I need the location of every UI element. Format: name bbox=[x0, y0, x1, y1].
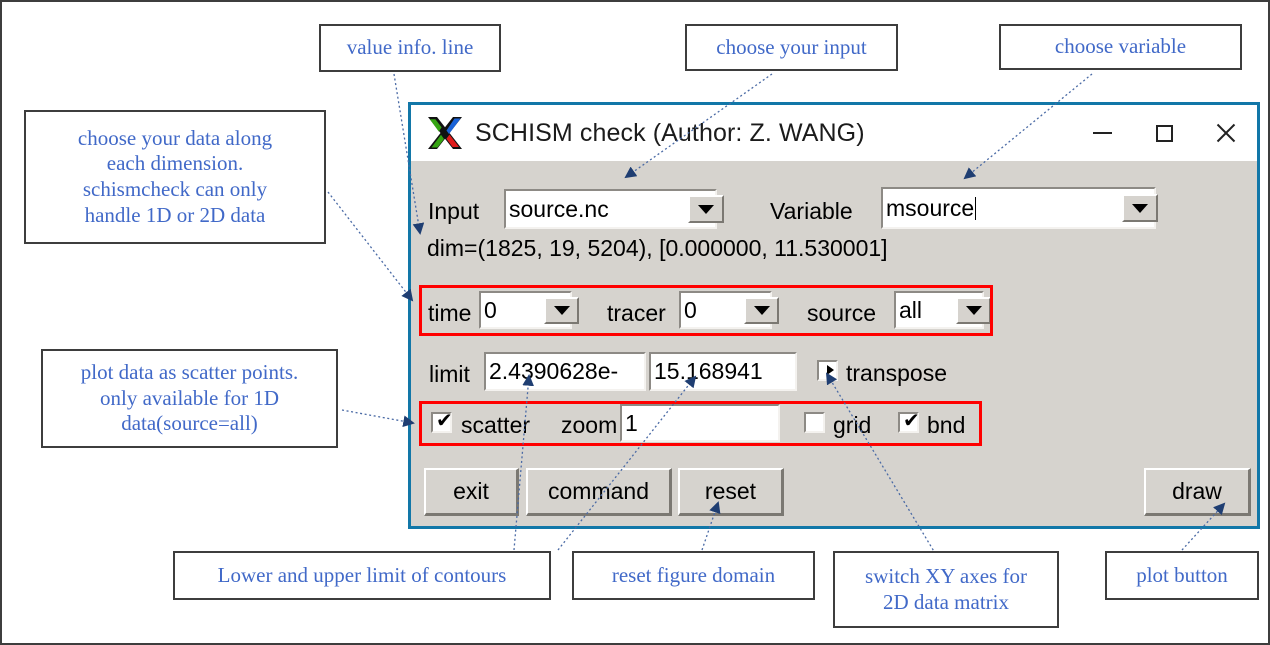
maximize-button[interactable] bbox=[1133, 105, 1195, 161]
input-dropdown-button[interactable] bbox=[688, 195, 724, 223]
annotated-screenshot: SCHISM check (Author: Z. WANG) Input sou… bbox=[0, 0, 1270, 645]
window-title: SCHISM check (Author: Z. WANG) bbox=[475, 118, 865, 147]
limit-upper-input[interactable]: 15.168941 bbox=[649, 352, 797, 391]
checkmark-icon: ✔ bbox=[903, 408, 920, 432]
source-label: source bbox=[807, 300, 877, 326]
chevron-down-icon bbox=[1132, 203, 1148, 213]
annotation-plot-button: plot button bbox=[1105, 551, 1259, 600]
transpose-checkbox[interactable] bbox=[817, 360, 838, 381]
input-label: Input bbox=[428, 198, 480, 224]
annotation-choose-data-dimensions: choose your data along each dimension. s… bbox=[24, 110, 326, 244]
window-client-area: Input source.nc Variable msource dim=(18… bbox=[411, 161, 1257, 526]
limit-lower-input[interactable]: 2.4390628e- bbox=[484, 352, 646, 391]
close-button[interactable] bbox=[1195, 105, 1257, 161]
chevron-down-icon bbox=[698, 204, 714, 214]
window-titlebar: SCHISM check (Author: Z. WANG) bbox=[411, 105, 1257, 161]
grid-checkbox[interactable] bbox=[804, 412, 825, 433]
variable-combo-field[interactable]: msource bbox=[881, 187, 1156, 229]
variable-label: Variable bbox=[770, 198, 853, 224]
annotation-reset-figure-domain: reset figure domain bbox=[572, 551, 815, 600]
source-value: all bbox=[899, 296, 923, 323]
minimize-button[interactable] bbox=[1071, 105, 1133, 161]
text-caret bbox=[975, 196, 977, 220]
limit-upper-value: 15.168941 bbox=[654, 358, 763, 384]
bnd-label: bnd bbox=[927, 412, 966, 438]
variable-dropdown-button[interactable] bbox=[1122, 194, 1158, 222]
dimension-info-line: dim=(1825, 19, 5204), [0.000000, 11.5300… bbox=[427, 235, 888, 261]
schism-check-window: SCHISM check (Author: Z. WANG) Input sou… bbox=[408, 102, 1260, 529]
zoom-value: 1 bbox=[625, 409, 638, 436]
annotation-contour-limits: Lower and upper limit of contours bbox=[173, 551, 551, 600]
annotation-value-info-line: value info. line bbox=[319, 24, 501, 72]
exit-button[interactable]: exit bbox=[424, 468, 519, 516]
time-dropdown-button[interactable] bbox=[544, 297, 579, 324]
input-value: source.nc bbox=[509, 195, 609, 222]
scatter-label: scatter bbox=[461, 412, 531, 438]
chevron-down-icon bbox=[965, 306, 982, 315]
tracer-value: 0 bbox=[684, 296, 697, 323]
x11-logo-icon bbox=[428, 117, 462, 149]
close-icon bbox=[1215, 122, 1237, 144]
grid-label: grid bbox=[833, 412, 872, 438]
zoom-input[interactable]: 1 bbox=[620, 404, 780, 442]
variable-value: msource bbox=[886, 194, 975, 221]
tracer-dropdown-button[interactable] bbox=[744, 297, 779, 324]
zoom-label: zoom bbox=[561, 412, 618, 438]
time-label: time bbox=[428, 300, 472, 326]
limit-lower-value: 2.4390628e- bbox=[489, 358, 619, 384]
reset-button[interactable]: reset bbox=[678, 468, 784, 516]
scatter-checkbox[interactable]: ✔ bbox=[431, 408, 453, 433]
chevron-down-icon bbox=[553, 306, 570, 315]
bnd-checkbox[interactable]: ✔ bbox=[898, 408, 920, 433]
time-value: 0 bbox=[484, 296, 497, 323]
maximize-icon bbox=[1155, 124, 1173, 142]
checkmark-icon: ✔ bbox=[436, 408, 453, 432]
input-combo-field[interactable]: source.nc bbox=[504, 189, 717, 229]
annotation-scatter-note: plot data as scatter points. only availa… bbox=[41, 349, 338, 448]
limit-label: limit bbox=[429, 361, 470, 387]
transpose-label: transpose bbox=[846, 360, 948, 386]
minimize-icon bbox=[1092, 132, 1112, 134]
annotation-choose-variable: choose variable bbox=[999, 24, 1242, 70]
draw-button[interactable]: draw bbox=[1144, 468, 1251, 516]
command-button[interactable]: command bbox=[526, 468, 672, 516]
source-dropdown-button[interactable] bbox=[956, 297, 991, 324]
tracer-label: tracer bbox=[607, 300, 666, 326]
checkbox-indicator bbox=[827, 365, 834, 375]
chevron-down-icon bbox=[753, 306, 770, 315]
annotation-switch-xy-axes: switch XY axes for 2D data matrix bbox=[833, 551, 1059, 628]
annotation-choose-your-input: choose your input bbox=[685, 24, 898, 71]
